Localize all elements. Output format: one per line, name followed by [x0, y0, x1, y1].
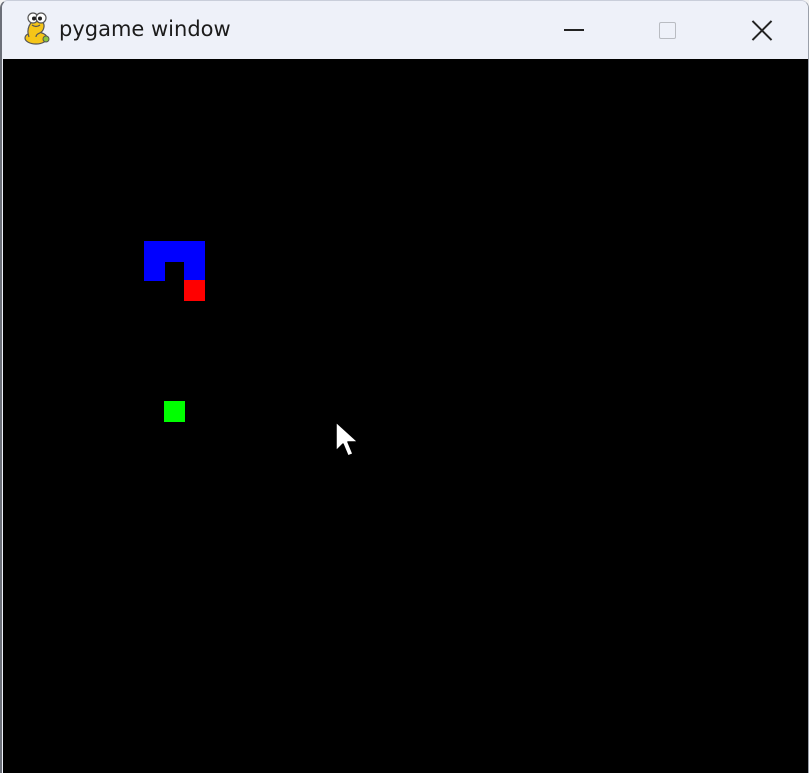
snake-body-segment — [144, 260, 165, 281]
pygame-window: pygame window — [0, 0, 809, 773]
snake-head — [184, 280, 205, 301]
window-title: pygame window — [59, 17, 231, 41]
minimize-icon — [564, 29, 584, 31]
close-button[interactable] — [717, 1, 807, 59]
snake-body-segment — [184, 241, 205, 262]
snake-body-segment — [144, 241, 165, 262]
title-bar[interactable]: pygame window — [2, 1, 808, 59]
snake-body-segment — [184, 260, 205, 281]
pygame-logo-icon — [24, 12, 50, 45]
game-canvas[interactable] — [3, 59, 808, 773]
maximize-icon — [658, 21, 676, 39]
food-pellet — [164, 401, 185, 422]
snake-body-segment — [164, 241, 185, 262]
mouse-pointer-icon — [335, 421, 359, 457]
close-icon — [750, 18, 774, 42]
maximize-button[interactable] — [622, 1, 712, 59]
minimize-button[interactable] — [529, 1, 619, 59]
